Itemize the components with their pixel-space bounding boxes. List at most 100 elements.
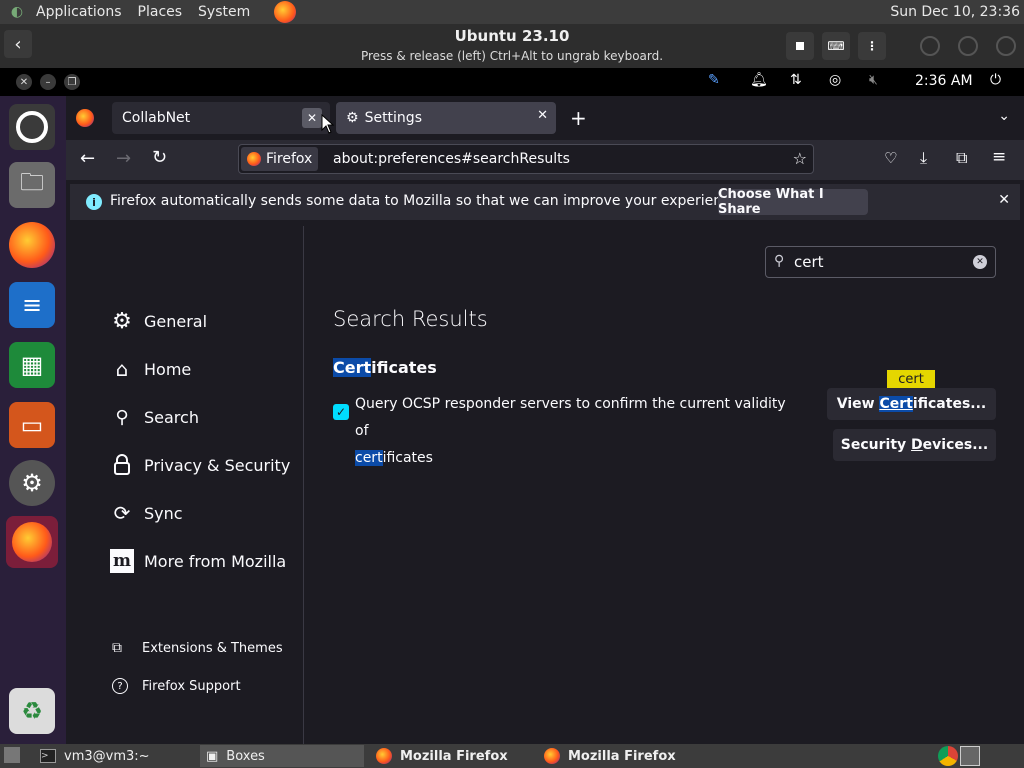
show-desktop-icon[interactable] <box>4 747 20 763</box>
taskbar-item-firefox-1[interactable]: Mozilla Firefox <box>370 745 534 767</box>
forward-icon[interactable]: → <box>116 148 131 169</box>
globe-icon[interactable]: ◎ <box>829 72 841 88</box>
access-key: D <box>911 437 923 453</box>
stop-icon <box>796 42 804 50</box>
security-devices-button[interactable]: Security Devices... <box>833 429 996 461</box>
muted-speaker-icon[interactable]: 🔇︎ <box>869 72 878 88</box>
option-text-rest: ificates <box>382 450 433 466</box>
guest-clock[interactable]: 2:36 AM <box>915 73 973 89</box>
taskbar-item-firefox-2[interactable]: Mozilla Firefox <box>538 745 702 767</box>
search-highlight: Cert <box>879 396 913 412</box>
tab-settings[interactable]: ⚙ Settings ✕ <box>336 102 556 134</box>
places-menu[interactable]: Places <box>130 4 191 20</box>
guest-minimize-button[interactable]: – <box>40 74 56 90</box>
check-icon: ✓ <box>335 405 347 419</box>
taskbar-item-terminal[interactable]: > vm3@vm3:~ <box>34 745 194 767</box>
link-label: Firefox Support <box>142 678 241 694</box>
ocsp-option-label[interactable]: Query OCSP responder servers to confirm … <box>355 391 795 472</box>
back-icon[interactable]: ← <box>80 148 95 169</box>
tab-close-icon[interactable]: ✕ <box>537 108 548 123</box>
close-window-button[interactable] <box>996 36 1016 56</box>
button-text-rest: evices... <box>922 437 989 453</box>
clear-search-icon[interactable]: ✕ <box>973 255 987 269</box>
search-value: cert <box>794 253 824 271</box>
host-clock[interactable]: Sun Dec 10, 23:36 <box>890 4 1020 20</box>
dock-firefox-active-icon[interactable] <box>6 516 58 568</box>
maximize-window-button[interactable] <box>958 36 978 56</box>
button-text: Security <box>840 437 912 453</box>
power-icon[interactable]: ⏻ <box>990 72 1001 88</box>
stop-button[interactable] <box>786 32 814 60</box>
keyboard-button[interactable]: ⌨ <box>822 32 850 60</box>
tab-collabnet[interactable]: CollabNet ✕ <box>112 102 330 134</box>
dock-ubuntu-icon[interactable] <box>9 104 55 150</box>
chrome-tray-icon[interactable] <box>938 746 958 766</box>
category-search[interactable]: ⚲ Search <box>110 403 199 431</box>
restore-icon: ❐ <box>67 76 77 88</box>
ocsp-checkbox[interactable]: ✓ <box>333 404 349 420</box>
bell-icon[interactable]: 🔔︎ <box>750 72 768 88</box>
dock-firefox-icon[interactable] <box>9 222 55 268</box>
host-top-panel: ◐ Applications Places System Sun Dec 10,… <box>0 0 1024 24</box>
taskbar-item-boxes[interactable]: ▣ Boxes <box>200 745 364 767</box>
dock-settings-icon[interactable]: ⚙ <box>9 460 55 506</box>
firefox-icon <box>376 748 392 764</box>
firefox-support-link[interactable]: ? Firefox Support <box>112 678 241 694</box>
menu-button[interactable]: ⋮ <box>858 32 886 60</box>
url-bar[interactable]: Firefox about:preferences#searchResults … <box>238 144 814 174</box>
tab-bar: CollabNet ✕ ⚙ Settings ✕ + ⌄ <box>66 96 1024 140</box>
choose-what-i-share-button[interactable]: Choose What I Share <box>718 187 868 217</box>
list-all-tabs-icon[interactable]: ⌄ <box>998 108 1010 124</box>
network-icon[interactable]: ⇅ <box>790 72 802 88</box>
view-certificates-button[interactable]: View Cert ificates... <box>827 388 996 420</box>
applications-menu[interactable]: Applications <box>28 4 130 20</box>
preferences-search-input[interactable]: ⚲ cert ✕ <box>765 246 996 278</box>
gear-icon: ⚙ <box>112 308 132 334</box>
minimize-window-button[interactable] <box>920 36 940 56</box>
category-privacy[interactable]: Privacy & Security <box>110 451 290 479</box>
category-more-from-mozilla[interactable]: m More from Mozilla <box>110 547 286 575</box>
category-label: Home <box>144 359 192 379</box>
dock-calc-icon[interactable]: ▦ <box>9 342 55 388</box>
category-general[interactable]: ⚙ General <box>110 307 207 335</box>
dock-trash-icon[interactable]: ♻ <box>9 688 55 734</box>
downloads-icon[interactable]: ⤓ <box>920 148 927 168</box>
guest-restore-button[interactable]: ❐ <box>64 74 80 90</box>
url-text[interactable]: about:preferences#searchResults <box>333 151 570 167</box>
guest-close-button[interactable]: ✕ <box>16 74 32 90</box>
workspace-switcher-icon[interactable] <box>960 746 980 766</box>
firefox-view-icon[interactable] <box>76 109 94 127</box>
kebab-menu-icon: ⋮ <box>866 39 878 53</box>
firefox-launcher-icon[interactable] <box>274 1 297 23</box>
taskbar-label: Mozilla Firefox <box>400 748 508 764</box>
firefox-identity-icon <box>247 152 261 166</box>
dock-files-icon[interactable]: 🗀 <box>9 162 55 208</box>
dock-writer-icon[interactable]: ≡ <box>9 282 55 328</box>
info-icon: i <box>86 194 102 210</box>
help-icon: ? <box>112 678 128 694</box>
link-label: Extensions & Themes <box>142 640 283 656</box>
notification-close-icon[interactable]: ✕ <box>998 192 1010 208</box>
system-menu[interactable]: System <box>190 4 258 20</box>
category-sync[interactable]: ⟳ Sync <box>110 499 183 527</box>
pen-icon[interactable]: ✎ <box>708 72 720 88</box>
search-icon: ⚲ <box>115 406 129 428</box>
tab-close-icon[interactable]: ✕ <box>302 108 322 128</box>
category-label: Privacy & Security <box>144 455 291 475</box>
host-logo-icon[interactable]: ◐ <box>6 3 28 21</box>
bookmark-star-icon[interactable]: ☆ <box>793 149 807 168</box>
lock-icon <box>110 453 134 477</box>
identity-box[interactable]: Firefox <box>241 147 319 171</box>
hamburger-menu-icon[interactable]: ≡ <box>992 147 1006 167</box>
new-tab-button[interactable]: + <box>570 106 587 130</box>
boxes-icon: ▣ <box>206 748 219 764</box>
pocket-icon[interactable]: ♡ <box>884 149 897 167</box>
dock-impress-icon[interactable]: ▭ <box>9 402 55 448</box>
reload-icon[interactable]: ↻ <box>152 147 167 168</box>
guest-top-bar: ✕ – ❐ ✎ 🔔︎ ⇅ ◎ 🔇︎ 2:36 AM ⏻ <box>0 68 1024 96</box>
extensions-themes-link[interactable]: ⧉ Extensions & Themes <box>112 640 283 656</box>
extensions-icon[interactable]: ⧉ <box>956 148 967 168</box>
notification-text: Firefox automatically sends some data to… <box>110 193 743 209</box>
category-home[interactable]: ⌂ Home <box>110 355 192 383</box>
host-taskbar: > vm3@vm3:~ ▣ Boxes Mozilla Firefox Mozi… <box>0 744 1024 768</box>
